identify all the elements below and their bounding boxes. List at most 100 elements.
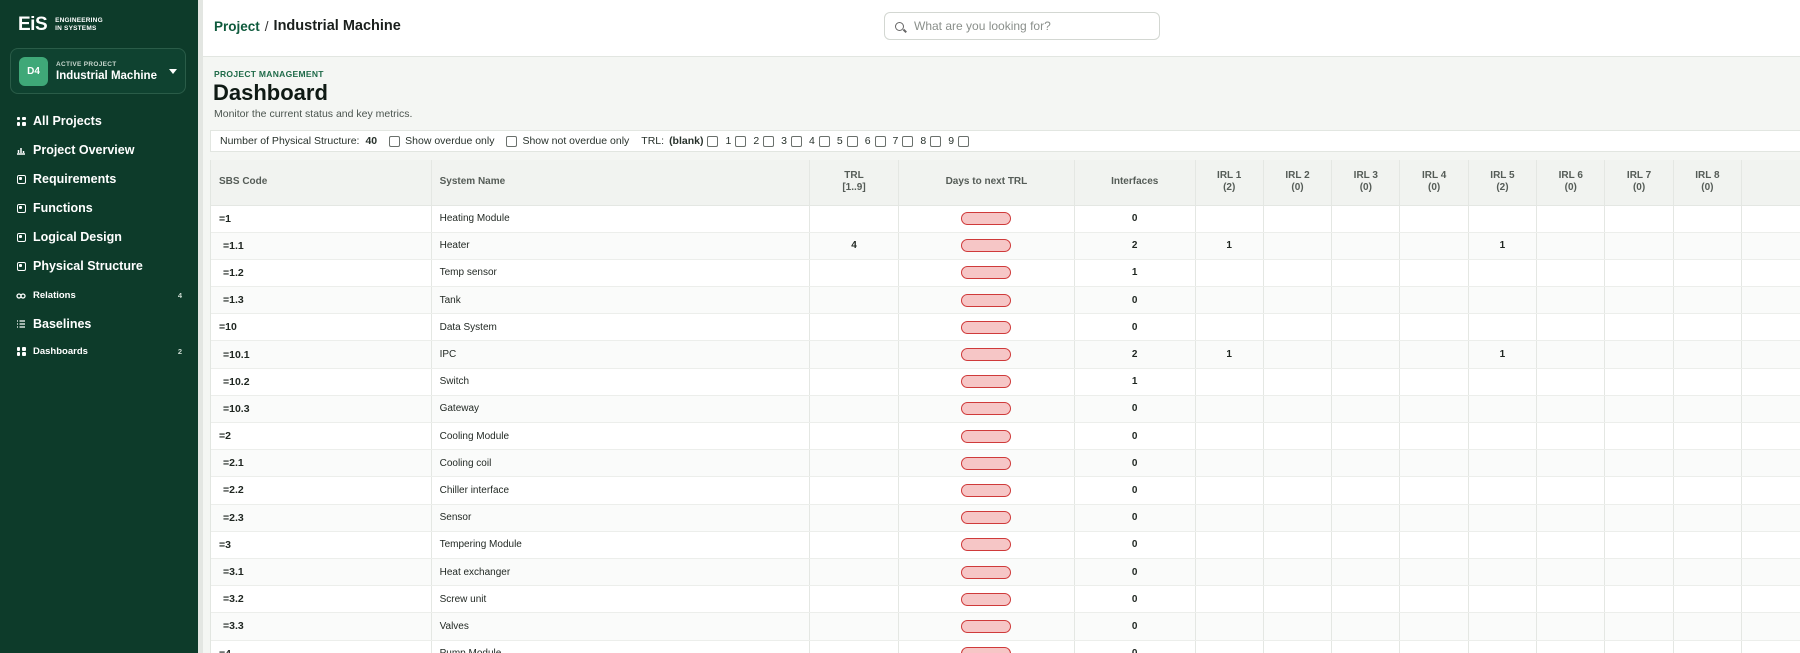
- irl-cell: [1536, 558, 1606, 587]
- sidebar-item-dashboards[interactable]: Dashboards 2: [16, 346, 182, 357]
- sidebar-item-physical-structure[interactable]: Physical Structure: [16, 259, 182, 273]
- dashboard-table-container[interactable]: SBS Code System Name TRL [1..9] Days to …: [210, 160, 1800, 653]
- sidebar-item-all-projects[interactable]: All Projects: [16, 114, 182, 128]
- trl-option-checkbox[interactable]: [902, 135, 914, 147]
- irl-cell: [1263, 585, 1333, 614]
- table-row[interactable]: =1.1 Heater 4 2 1 1: [211, 232, 1800, 260]
- table-row[interactable]: =3.1 Heat exchanger 0: [211, 558, 1800, 587]
- trl-option[interactable]: 3: [781, 135, 803, 147]
- active-project-selector[interactable]: D4 ACTIVE PROJECT Industrial Machine: [10, 48, 186, 94]
- trl-option[interactable]: (blank): [669, 135, 719, 147]
- trl-option[interactable]: 4: [809, 135, 830, 147]
- sidebar-divider: [198, 0, 203, 653]
- trl-option[interactable]: 7: [893, 135, 914, 147]
- sidebar-item-project-overview[interactable]: Project Overview: [16, 143, 182, 157]
- table-row[interactable]: =1.2 Temp sensor 1: [211, 259, 1800, 288]
- irl-cell: [1195, 286, 1264, 315]
- sidebar-item-relations[interactable]: Relations 4: [16, 290, 182, 301]
- not-overdue-only-checkbox[interactable]: [506, 135, 518, 147]
- brand-logo[interactable]: EiS ENGINEERING IN SYSTEMS: [18, 14, 103, 36]
- days-to-next-trl-cell: [898, 313, 1075, 342]
- irl-cell: [1673, 531, 1743, 559]
- col-irl[interactable]: IRL 8 (0): [1673, 160, 1743, 206]
- irl-cell: [1536, 368, 1606, 396]
- table-row[interactable]: =1.3 Tank 0: [211, 286, 1800, 315]
- table-row[interactable]: =3.3 Valves 0: [211, 612, 1800, 641]
- overdue-badge: [961, 239, 1012, 253]
- trl-option[interactable]: 8: [920, 135, 942, 147]
- sbs-code-cell: =3.3: [211, 612, 432, 641]
- breadcrumb-project-link[interactable]: Project: [214, 19, 260, 34]
- col-irl[interactable]: IRL 1 (2): [1195, 160, 1264, 206]
- table-row[interactable]: =2.1 Cooling coil 0: [211, 449, 1800, 478]
- link-icon: [16, 291, 26, 301]
- trl-option-label: 9: [948, 135, 955, 147]
- trl-option[interactable]: 9: [948, 135, 970, 147]
- col-irl[interactable]: IRL 3 (0): [1331, 160, 1401, 206]
- trl-option-checkbox[interactable]: [791, 135, 803, 147]
- irl-cell: [1604, 395, 1674, 424]
- trl-option-checkbox[interactable]: [707, 135, 719, 147]
- search-box[interactable]: [884, 12, 1160, 40]
- col-irl[interactable]: IRL 7 (0): [1604, 160, 1674, 206]
- page-title: Dashboard: [213, 80, 328, 105]
- col-sbs-code[interactable]: SBS Code: [211, 160, 432, 206]
- trl-option-checkbox[interactable]: [874, 135, 886, 147]
- col-trl[interactable]: TRL [1..9]: [809, 160, 899, 206]
- not-overdue-only-filter[interactable]: Show not overdue only: [506, 135, 629, 147]
- table-row[interactable]: =1 Heating Module 0: [211, 205, 1800, 233]
- irl-cell: [1536, 585, 1606, 614]
- irl-overflow-cell: [1741, 395, 1800, 424]
- irl-cell: [1673, 395, 1743, 424]
- trl-option-checkbox[interactable]: [846, 135, 858, 147]
- overdue-badge: [961, 456, 1012, 470]
- trl-option[interactable]: 2: [753, 135, 775, 147]
- trl-option-label: 5: [836, 135, 843, 147]
- table-row[interactable]: =2.3 Sensor 0: [211, 504, 1800, 532]
- col-irl-label: IRL 2: [1285, 170, 1310, 182]
- trl-option[interactable]: 6: [865, 135, 886, 147]
- table-row[interactable]: =3.2 Screw unit 0: [211, 585, 1800, 614]
- sidebar-item-functions[interactable]: Functions: [16, 201, 182, 215]
- col-interfaces[interactable]: Interfaces: [1074, 160, 1196, 206]
- sidebar-item-requirements[interactable]: Requirements: [16, 172, 182, 186]
- table-row[interactable]: =10 Data System 0: [211, 313, 1800, 342]
- col-irl[interactable]: IRL 5 (2): [1468, 160, 1538, 206]
- table-row[interactable]: =2 Cooling Module 0: [211, 422, 1800, 451]
- irl-cell: [1673, 422, 1743, 451]
- sidebar-item-baselines[interactable]: Baselines: [16, 317, 182, 331]
- sidebar-item-label: Logical Design: [33, 230, 122, 244]
- irl-cell: [1263, 476, 1333, 505]
- table-row[interactable]: =3 Tempering Module 0: [211, 531, 1800, 559]
- col-irl[interactable]: IRL 2 (0): [1263, 160, 1333, 206]
- table-row[interactable]: =2.2 Chiller interface 0: [211, 476, 1800, 505]
- table-row[interactable]: =10.3 Gateway 0: [211, 395, 1800, 424]
- sbs-code-cell: =3.2: [211, 585, 432, 614]
- interfaces-cell: 0: [1074, 585, 1196, 614]
- col-system-name[interactable]: System Name: [431, 160, 811, 206]
- trl-option-checkbox[interactable]: [930, 135, 942, 147]
- trl-option-checkbox[interactable]: [735, 135, 747, 147]
- sidebar-item-logical-design[interactable]: Logical Design: [16, 230, 182, 244]
- trl-option-checkbox[interactable]: [763, 135, 775, 147]
- overdue-only-checkbox[interactable]: [389, 135, 401, 147]
- days-to-next-trl-cell: [898, 259, 1075, 288]
- overdue-only-filter[interactable]: Show overdue only: [389, 135, 494, 147]
- trl-option-checkbox[interactable]: [818, 135, 830, 147]
- col-irl[interactable]: IRL 6 (0): [1536, 160, 1606, 206]
- trl-option-checkbox[interactable]: [958, 135, 970, 147]
- search-input[interactable]: [914, 19, 1134, 33]
- irl-cell: [1468, 368, 1538, 396]
- trl-option[interactable]: 5: [837, 135, 858, 147]
- table-row[interactable]: =10.2 Switch 1: [211, 368, 1800, 396]
- interfaces-cell: 0: [1074, 422, 1196, 451]
- irl-cell: [1468, 449, 1538, 478]
- table-row[interactable]: =10.1 IPC 2 1 1: [211, 340, 1800, 369]
- table-row[interactable]: =4Pump Module 0: [211, 640, 1800, 653]
- col-days-to-next-trl[interactable]: Days to next TRL: [898, 160, 1075, 206]
- trl-option[interactable]: 1: [725, 135, 747, 147]
- chevron-down-icon[interactable]: [169, 68, 177, 74]
- col-irl[interactable]: IRL 4 (0): [1399, 160, 1469, 206]
- physical-structure-count: 40: [365, 135, 378, 147]
- brand-tagline: ENGINEERING IN SYSTEMS: [55, 17, 103, 33]
